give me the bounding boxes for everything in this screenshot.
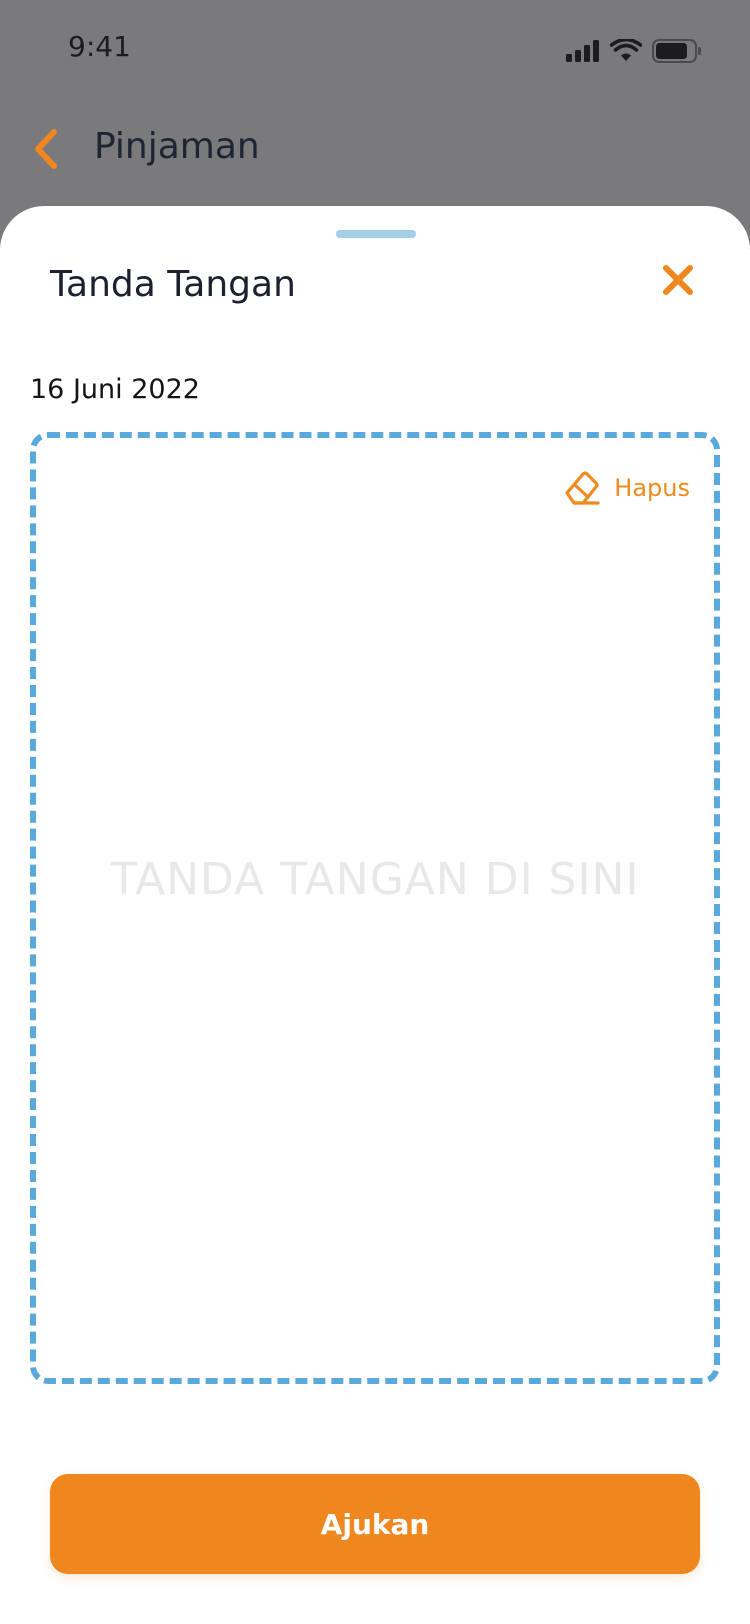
back-button[interactable] xyxy=(26,124,66,174)
wifi-icon xyxy=(610,39,642,61)
page-title: Pinjaman xyxy=(94,126,260,167)
status-bar: 9:41 xyxy=(0,0,750,100)
eraser-icon xyxy=(565,471,600,505)
status-icons xyxy=(566,36,702,66)
signature-date: 16 Juni 2022 xyxy=(30,374,200,405)
submit-button[interactable]: Ajukan xyxy=(50,1474,700,1574)
signal-icon xyxy=(566,40,599,62)
close-icon xyxy=(663,265,693,295)
sheet-title: Tanda Tangan xyxy=(50,264,296,305)
status-time: 9:41 xyxy=(68,30,131,63)
signature-pad[interactable]: Hapus TANDA TANGAN DI SINI xyxy=(30,432,720,1384)
signature-placeholder: TANDA TANGAN DI SINI xyxy=(110,854,640,905)
signature-sheet: Tanda Tangan 16 Juni 2022 Hapus TANDA TA… xyxy=(0,206,750,1624)
clear-signature-label: Hapus xyxy=(614,474,690,502)
close-button[interactable] xyxy=(656,258,700,302)
sheet-grab-handle[interactable] xyxy=(336,230,416,238)
app-header: Pinjaman xyxy=(0,110,750,190)
clear-signature-button[interactable]: Hapus xyxy=(562,466,690,510)
battery-icon xyxy=(652,39,701,63)
chevron-left-icon xyxy=(35,129,57,169)
